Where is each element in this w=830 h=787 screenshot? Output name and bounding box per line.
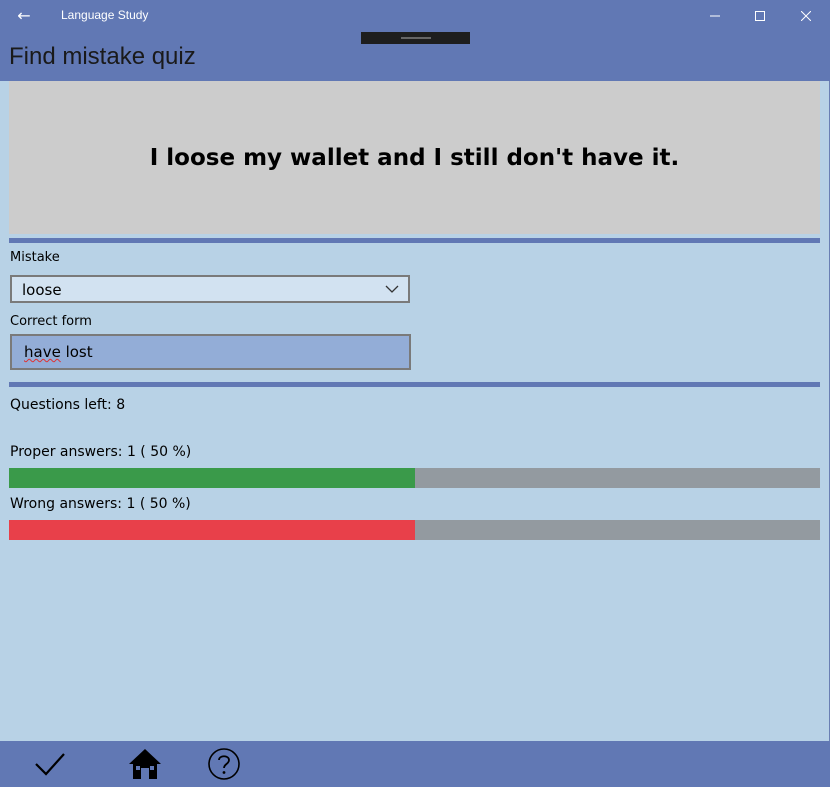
title-bar[interactable]: ← Language Study — [0, 0, 830, 33]
misspelled-word: have — [24, 343, 61, 361]
home-button[interactable] — [123, 745, 167, 783]
correct-form-rest: lost — [60, 343, 93, 361]
proper-answers-text: Proper answers: 1 ( 50 %) — [10, 444, 192, 460]
help-button[interactable] — [202, 745, 246, 783]
wrong-answers-text: Wrong answers: 1 ( 50 %) — [10, 496, 191, 512]
checkmark-icon — [35, 753, 65, 776]
mistake-selected-value: loose — [22, 281, 62, 299]
check-answer-button[interactable] — [28, 745, 72, 783]
divider — [9, 382, 820, 387]
bottom-app-bar — [0, 741, 830, 787]
minimize-button[interactable] — [692, 0, 738, 32]
correct-form-input[interactable]: have lost — [10, 334, 411, 370]
app-window: ← Language Study Find mistake quiz I loo… — [0, 0, 830, 787]
divider — [9, 238, 820, 243]
close-button[interactable] — [783, 0, 829, 32]
maximize-button[interactable] — [737, 0, 783, 32]
back-button[interactable]: ← — [10, 5, 38, 27]
close-icon — [801, 11, 811, 21]
proper-answers-bar — [9, 468, 820, 488]
questions-left-text: Questions left: 8 — [10, 397, 126, 413]
app-title: Language Study — [61, 8, 149, 22]
correct-form-label: Correct form — [10, 314, 92, 329]
minimize-icon — [710, 15, 720, 17]
home-icon — [129, 749, 161, 779]
maximize-icon — [755, 11, 765, 21]
wrong-answers-fill — [9, 520, 415, 540]
page-title: Find mistake quiz — [9, 43, 196, 70]
wrong-answers-bar — [9, 520, 820, 540]
mistake-dropdown[interactable]: loose — [10, 275, 410, 303]
correct-form-value: have lost — [24, 343, 93, 361]
drag-handle[interactable] — [361, 32, 470, 44]
proper-answers-fill — [9, 468, 415, 488]
sentence-panel: I loose my wallet and I still don't have… — [9, 81, 820, 234]
quiz-sentence: I loose my wallet and I still don't have… — [149, 144, 680, 171]
help-icon — [208, 748, 240, 780]
mistake-label: Mistake — [10, 250, 60, 265]
chevron-down-icon — [385, 285, 399, 293]
